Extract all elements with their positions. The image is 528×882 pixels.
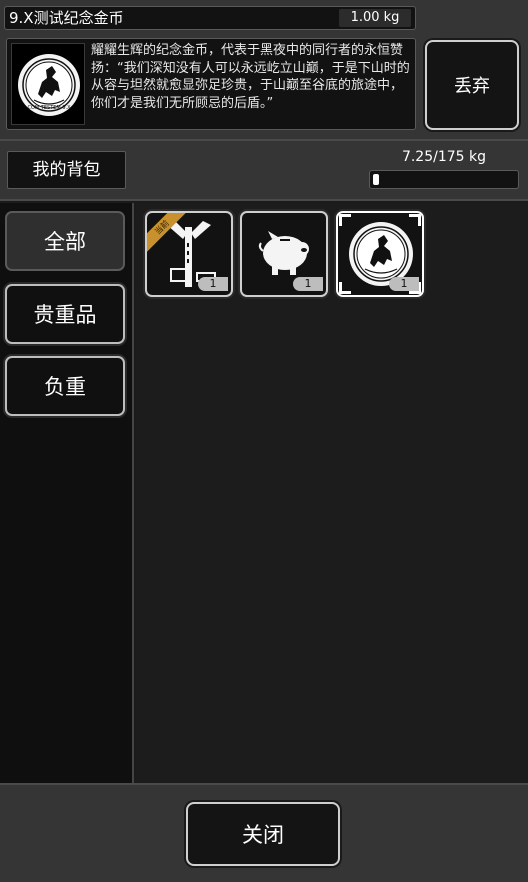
bag-title: 我的背包 <box>7 151 126 189</box>
item-detail-panel: 9.X测试纪念金币 1.00 kg COM TESTEM 9.X 耀耀生辉的纪念… <box>0 0 528 141</box>
capacity-bar-fill <box>373 174 379 185</box>
coin-legend: COM TESTEM 9.X <box>27 105 71 111</box>
item-count: 1 <box>389 277 419 291</box>
discard-button[interactable]: 丢弃 <box>425 40 519 130</box>
category-tab-burden[interactable]: 负重 <box>5 356 125 416</box>
category-tab-all[interactable]: 全部 <box>5 211 125 271</box>
selection-corner <box>339 282 351 294</box>
item-slot-signpost[interactable]: 当前 1 <box>145 211 233 297</box>
capacity-text: 7.25/175 kg <box>401 149 486 165</box>
item-count: 1 <box>293 277 323 291</box>
capacity-bar <box>369 170 519 189</box>
item-title-bar: 9.X测试纪念金币 1.00 kg <box>4 6 416 30</box>
item-count: 1 <box>198 277 228 291</box>
bottom-bar: 关闭 <box>0 783 528 882</box>
category-tab-valuables[interactable]: 贵重品 <box>5 284 125 344</box>
item-preview: COM TESTEM 9.X <box>11 43 85 125</box>
item-slot-commemorative-coin[interactable]: 1 <box>336 211 424 297</box>
commemorative-coin-icon: COM TESTEM 9.X <box>18 54 80 116</box>
bag-header: 我的背包 7.25/175 kg <box>0 141 528 201</box>
category-sidebar: 全部 贵重品 负重 <box>0 203 134 783</box>
item-description-box: COM TESTEM 9.X 耀耀生辉的纪念金币，代表于黑夜中的同行者的永恒赞扬… <box>6 38 416 130</box>
selection-corner <box>409 214 421 226</box>
item-slot-piggy-bank[interactable]: 1 <box>240 211 328 297</box>
close-button[interactable]: 关闭 <box>186 802 340 866</box>
item-weight: 1.00 kg <box>339 9 411 27</box>
item-grid: 当前 1 1 1 <box>136 203 528 783</box>
selection-corner <box>339 214 351 226</box>
item-name: 9.X测试纪念金币 <box>9 9 124 27</box>
item-description: 耀耀生辉的纪念金币，代表于黑夜中的同行者的永恒赞扬：“我们深知没有人可以永远屹立… <box>91 43 410 111</box>
